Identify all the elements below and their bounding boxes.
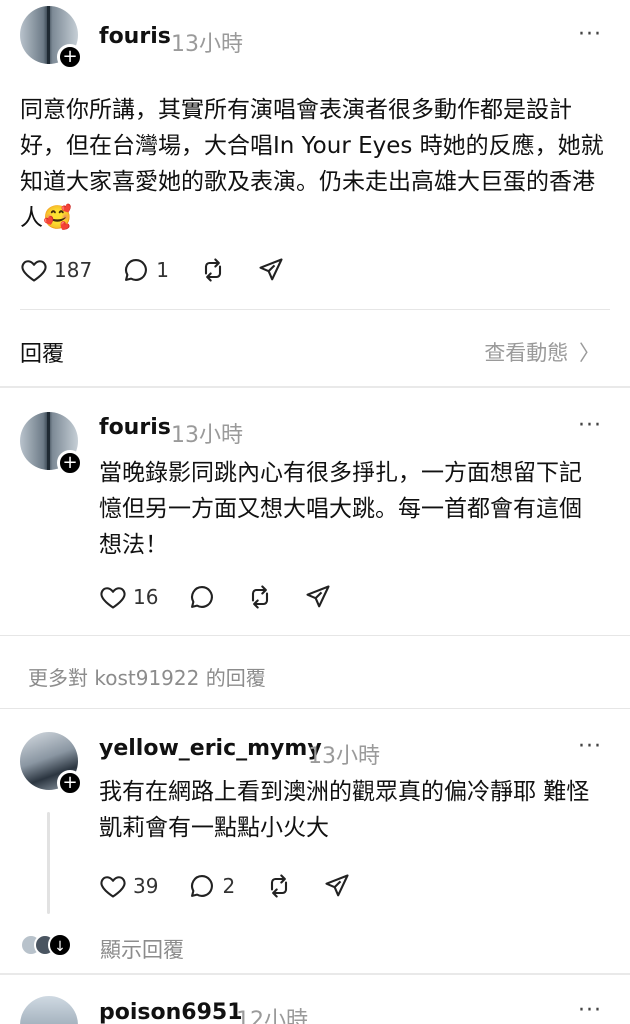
comment-icon [191,586,214,608]
heart-icon [100,587,126,609]
comment-count: 1 [156,258,169,282]
repost-icon [204,258,221,282]
show-replies-link[interactable]: 顯示回覆 [100,934,184,964]
follow-plus-icon[interactable]: + [57,770,83,796]
arrow-down-icon: ↓ [48,933,72,957]
follow-plus-icon[interactable]: + [57,450,83,476]
more-replies-link[interactable]: 更多對 kost91922 的回覆 [28,662,266,691]
follow-plus-icon[interactable]: + [57,44,83,70]
like-count: 16 [133,585,159,609]
like-button[interactable]: 187 [20,256,92,284]
comment-button[interactable]: 1 [122,256,169,284]
more-options-icon[interactable]: ··· [578,22,602,47]
more-options-icon[interactable]: ··· [578,413,602,438]
send-icon [306,585,331,608]
comment-button[interactable]: 2 [188,872,235,900]
heart-icon [21,260,47,282]
timestamp: 13小時 [171,423,243,448]
reply-text: 我有在網路上看到澳洲的觀眾真的偏冷靜耶 難怪凱莉會有一點點小火大 [99,779,590,841]
more-options-icon[interactable]: ··· [578,734,602,759]
repost-icon [271,874,288,898]
divider [0,635,630,636]
like-button[interactable]: 16 [99,583,158,611]
timestamp: 13小時 [308,744,380,769]
like-count: 39 [133,874,159,898]
section-divider [0,973,630,975]
share-button[interactable] [257,256,285,284]
username[interactable]: fouris [99,24,171,49]
comment-icon [191,875,214,897]
comment-button[interactable] [188,583,216,611]
comment-count: 2 [222,874,236,898]
send-icon [325,874,349,897]
thread-line [47,812,50,914]
share-button[interactable] [304,583,332,611]
timestamp: 12小時 [236,1008,308,1024]
repost-button[interactable] [246,583,274,611]
like-count: 187 [54,258,93,282]
repost-button[interactable] [265,872,293,900]
send-icon [259,258,283,281]
reply-actions: 39 2 [99,872,381,900]
view-activity-link[interactable]: 查看動態 〉 [484,337,600,367]
chevron-right-icon: 〉 [579,341,600,365]
username[interactable]: fouris [99,415,171,440]
divider [0,708,630,709]
avatar[interactable] [20,996,78,1024]
more-options-icon[interactable]: ··· [578,998,602,1023]
username[interactable]: yellow_eric_mymy [99,736,322,761]
reply-actions: 16 [99,583,362,611]
share-button[interactable] [323,872,351,900]
repost-icon [252,585,269,609]
post-text: 同意你所講，其實所有演唱會表演者很多動作都是設計好，但在台灣場，大合唱In Yo… [20,97,604,231]
post-actions: 187 1 [20,256,315,284]
reply-avatars[interactable]: ↓ [20,933,72,957]
reply-text: 當晚錄影同跳內心有很多掙扎，一方面想留下記憶但另一方面又想大唱大跳。每一首都會有… [99,460,582,558]
repost-button[interactable] [199,256,227,284]
divider [20,309,610,310]
timestamp: 13小時 [171,32,243,57]
username[interactable]: poison6951 [99,1000,243,1024]
comment-icon [125,259,148,281]
reply-button[interactable]: 回覆 [20,336,64,368]
like-button[interactable]: 39 [99,872,158,900]
section-divider [0,386,630,388]
view-activity-label: 查看動態 [484,341,569,365]
heart-icon [100,876,126,898]
